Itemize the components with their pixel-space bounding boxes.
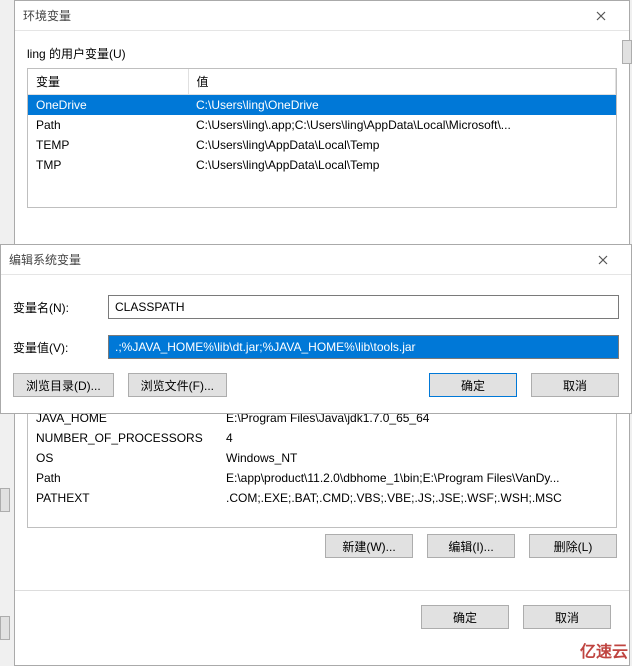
var-name-cell: TMP [28,155,188,175]
edit-var-dialog: 编辑系统变量 变量名(N): 变量值(V): 浏览目录(D)... 浏览文件(F… [0,244,632,414]
edit-ok-button[interactable]: 确定 [429,373,517,397]
user-vars-label: ling 的用户变量(U) [15,31,629,68]
sys-vars-table: JAVA_HOMEE:\Program Files\Java\jdk1.7.0_… [28,408,616,508]
table-row[interactable]: OSWindows_NT [28,448,616,468]
var-value-cell: C:\Users\ling\OneDrive [188,95,616,116]
user-vars-table: 变量 值 OneDriveC:\Users\ling\OneDrivePathC… [28,69,616,175]
edit-sys-button[interactable]: 编辑(I)... [427,534,515,558]
var-name-label: 变量名(N): [13,299,108,316]
edit-titlebar: 编辑系统变量 [1,245,631,275]
new-sys-button[interactable]: 新建(W)... [325,534,413,558]
edit-button-row: 浏览目录(D)... 浏览文件(F)... 确定 取消 [1,367,631,411]
env-footer: 确定 取消 [15,590,629,643]
table-row[interactable]: PathE:\app\product\11.2.0\dbhome_1\bin;E… [28,468,616,488]
browse-file-button[interactable]: 浏览文件(F)... [128,373,227,397]
table-row[interactable]: PATHEXT.COM;.EXE;.BAT;.CMD;.VBS;.VBE;.JS… [28,488,616,508]
var-value-cell: E:\app\product\11.2.0\dbhome_1\bin;E:\Pr… [218,468,616,488]
table-row[interactable]: TEMPC:\Users\ling\AppData\Local\Temp [28,135,616,155]
var-value-label: 变量值(V): [13,339,108,356]
var-name-cell: NUMBER_OF_PROCESSORS [28,428,218,448]
var-value-row: 变量值(V): [1,327,631,367]
var-value-cell: 4 [218,428,616,448]
var-name-cell: Path [28,115,188,135]
edit-title: 编辑系统变量 [9,251,583,268]
var-value-cell: C:\Users\ling\AppData\Local\Temp [188,135,616,155]
col-var[interactable]: 变量 [28,69,188,95]
sys-button-row: 新建(W)... 编辑(I)... 删除(L) [15,528,629,572]
table-row[interactable]: PathC:\Users\ling\.app;C:\Users\ling\App… [28,115,616,135]
var-value-cell: Windows_NT [218,448,616,468]
browse-dir-button[interactable]: 浏览目录(D)... [13,373,114,397]
watermark: 亿速云 [580,638,628,662]
delete-sys-button[interactable]: 删除(L) [529,534,617,558]
var-name-cell: TEMP [28,135,188,155]
table-row[interactable]: OneDriveC:\Users\ling\OneDrive [28,95,616,116]
var-name-cell: PATHEXT [28,488,218,508]
table-row[interactable]: NUMBER_OF_PROCESSORS4 [28,428,616,448]
var-value-cell: .COM;.EXE;.BAT;.CMD;.VBS;.VBE;.JS;.JSE;.… [218,488,616,508]
var-name-input[interactable] [108,295,619,319]
close-icon[interactable] [581,2,621,30]
table-row[interactable]: TMPC:\Users\ling\AppData\Local\Temp [28,155,616,175]
user-vars-table-wrap[interactable]: 变量 值 OneDriveC:\Users\ling\OneDrivePathC… [27,68,617,208]
var-value-cell: C:\Users\ling\AppData\Local\Temp [188,155,616,175]
close-icon[interactable] [583,246,623,274]
env-ok-button[interactable]: 确定 [421,605,509,629]
var-name-cell: OS [28,448,218,468]
edge-button-3[interactable] [0,616,10,640]
var-name-cell: OneDrive [28,95,188,116]
var-value-cell: C:\Users\ling\.app;C:\Users\ling\AppData… [188,115,616,135]
edge-button-1[interactable] [622,40,632,64]
edit-cancel-button[interactable]: 取消 [531,373,619,397]
env-title: 环境变量 [23,7,581,24]
env-titlebar: 环境变量 [15,1,629,31]
sys-vars-table-wrap[interactable]: JAVA_HOMEE:\Program Files\Java\jdk1.7.0_… [27,408,617,528]
var-value-input[interactable] [108,335,619,359]
edge-button-2[interactable] [0,488,10,512]
env-cancel-button[interactable]: 取消 [523,605,611,629]
col-val[interactable]: 值 [188,69,616,95]
var-name-row: 变量名(N): [1,287,631,327]
var-name-cell: Path [28,468,218,488]
